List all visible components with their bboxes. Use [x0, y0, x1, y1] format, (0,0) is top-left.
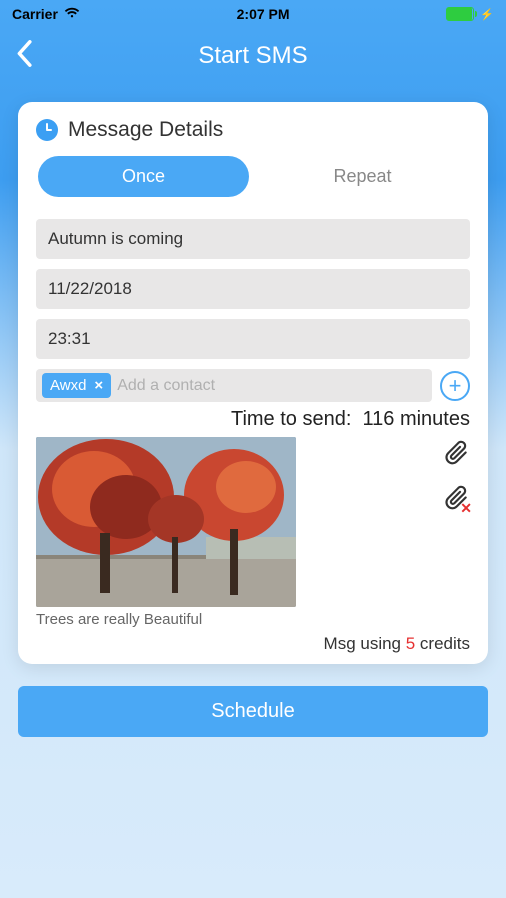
contact-placeholder: Add a contact [117, 377, 215, 395]
tab-once[interactable]: Once [38, 156, 249, 197]
contact-input[interactable]: Awxd × Add a contact [36, 369, 432, 402]
frequency-tabs: Once Repeat [36, 156, 470, 197]
status-left: Carrier [12, 6, 80, 22]
schedule-button[interactable]: Schedule [18, 686, 488, 737]
carrier-label: Carrier [12, 6, 58, 22]
back-button[interactable] [14, 40, 34, 73]
credits-suffix: credits [415, 634, 470, 653]
battery-icon [446, 7, 474, 21]
remove-attachment-button[interactable]: ✕ [444, 484, 470, 515]
charging-icon: ⚡ [480, 8, 494, 21]
status-bar: Carrier 2:07 PM ⚡ [0, 0, 506, 28]
subject-field[interactable]: Autumn is coming [36, 219, 470, 259]
add-contact-button[interactable]: + [440, 371, 470, 401]
time-to-send-value: 116 minutes [363, 408, 470, 430]
section-header: Message Details [36, 118, 470, 142]
message-card: Message Details Once Repeat Autumn is co… [18, 102, 488, 664]
clock-icon [36, 119, 58, 141]
attachment-row: ✕ [36, 437, 470, 607]
nav-bar: Start SMS [0, 28, 506, 84]
chip-remove-icon[interactable]: × [94, 377, 103, 394]
chip-label: Awxd [50, 377, 86, 394]
plus-icon: + [449, 373, 462, 399]
credits-prefix: Msg using [324, 634, 406, 653]
attach-button[interactable] [444, 439, 470, 470]
status-time: 2:07 PM [237, 6, 290, 22]
status-right: ⚡ [446, 7, 494, 21]
time-to-send: Time to send: 116 minutes [36, 408, 470, 431]
credits-line: Msg using 5 credits [36, 634, 470, 654]
wifi-icon [64, 6, 80, 22]
time-to-send-label: Time to send: [231, 408, 351, 430]
page-title: Start SMS [198, 42, 307, 70]
date-field[interactable]: 11/22/2018 [36, 269, 470, 309]
contact-row: Awxd × Add a contact + [36, 369, 470, 402]
credits-count: 5 [406, 634, 415, 653]
time-field[interactable]: 23:31 [36, 319, 470, 359]
attachment-actions: ✕ [444, 437, 470, 515]
contact-chip[interactable]: Awxd × [42, 373, 111, 398]
attachment-thumbnail[interactable] [36, 437, 296, 607]
tab-repeat[interactable]: Repeat [257, 156, 468, 197]
section-title: Message Details [68, 118, 223, 142]
remove-x-icon: ✕ [460, 500, 472, 517]
attachment-caption: Trees are really Beautiful [36, 611, 470, 628]
